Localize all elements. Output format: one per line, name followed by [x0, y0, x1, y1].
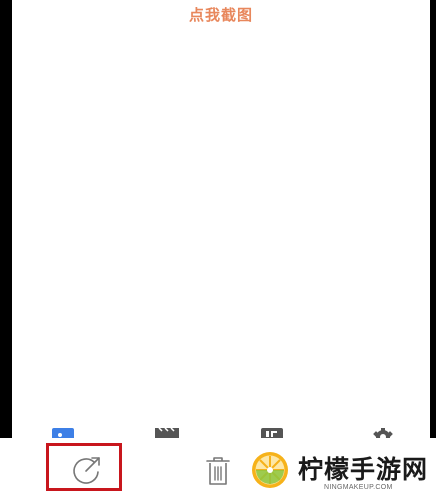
gif-icon [261, 428, 283, 438]
share-icon [73, 457, 100, 484]
trash-icon [206, 457, 230, 485]
watermark-subtitle: NINGMAKEUP.COM [324, 484, 393, 491]
watermark-title: 柠檬手游网 [298, 455, 429, 484]
capture-button[interactable]: 点我截图 [12, 4, 430, 25]
watermark: 柠檬手游网 NINGMAKEUP.COM [250, 448, 436, 498]
delete-button[interactable] [203, 454, 233, 488]
app-screen: 点我截图 柠檬手游网 NINGMAKEUP.COM [0, 0, 436, 500]
gear-icon [373, 428, 393, 438]
photo-icon [52, 428, 74, 438]
preview-area: 点我截图 [12, 0, 430, 438]
action-panel: 柠檬手游网 NINGMAKEUP.COM [0, 438, 436, 500]
lemon-logo-icon [252, 452, 288, 488]
share-button[interactable] [70, 454, 104, 488]
tab-videos[interactable] [145, 420, 185, 438]
video-clapper-icon [155, 428, 179, 438]
bottom-tab-bar [12, 420, 430, 438]
tab-settings[interactable] [362, 420, 402, 438]
tab-gif[interactable] [251, 420, 291, 438]
tab-photos[interactable] [42, 420, 82, 438]
